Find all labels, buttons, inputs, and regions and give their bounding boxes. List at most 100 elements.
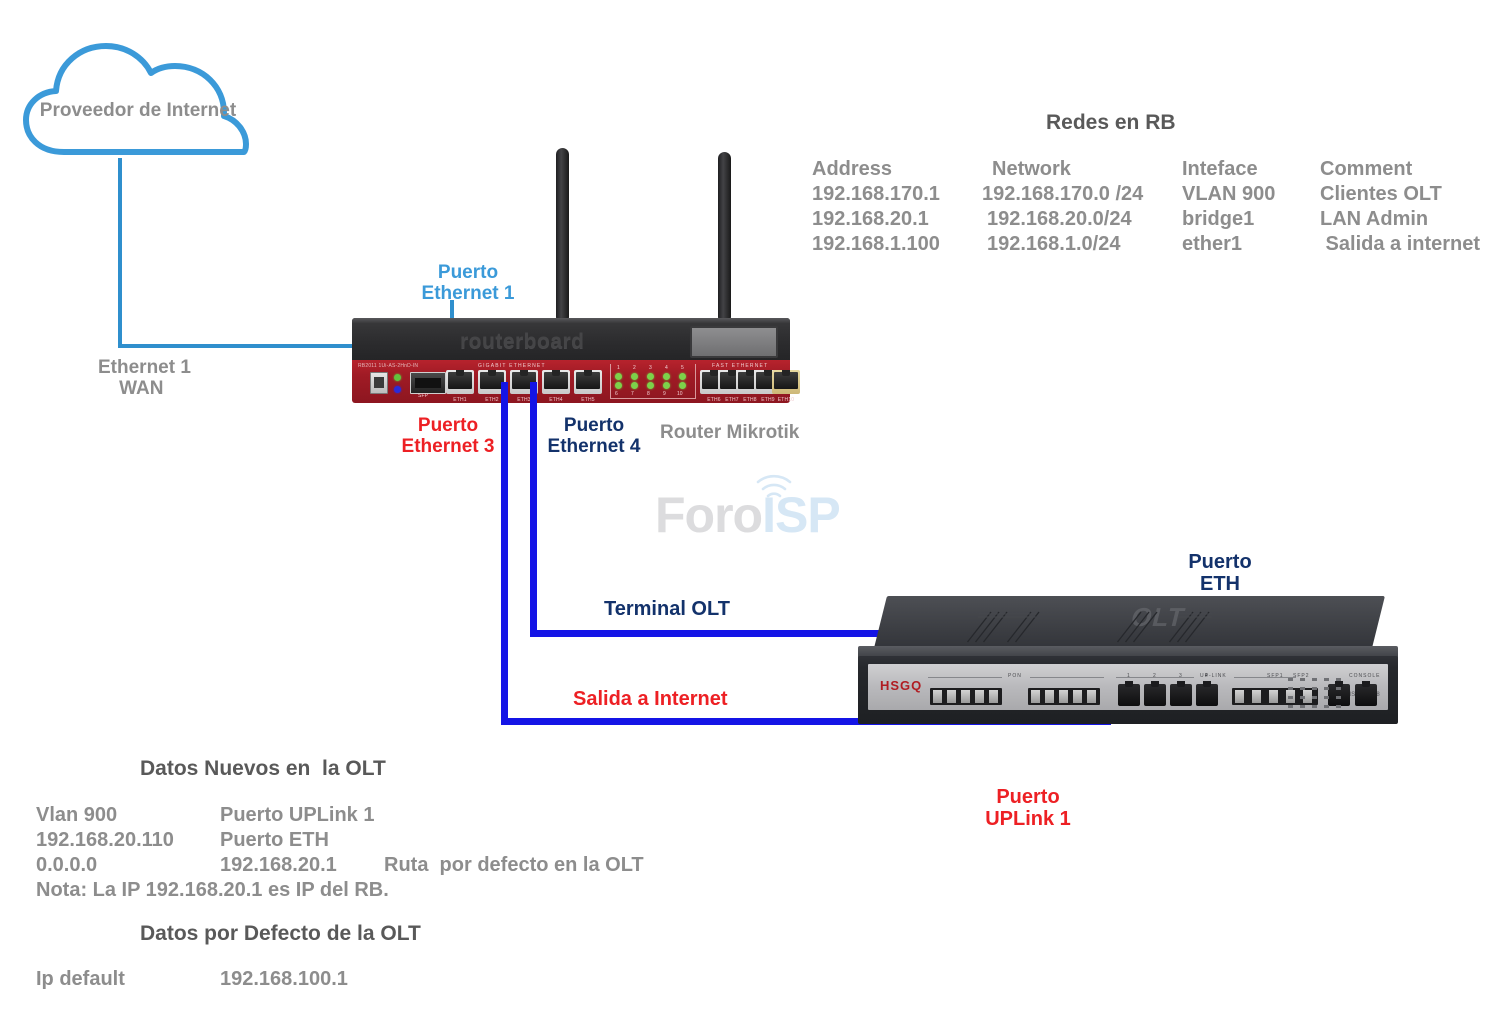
- datos-nuevos-r2c1: 192.168.20.110: [36, 829, 174, 851]
- olt-pon-ports-group-1[interactable]: [930, 688, 1002, 705]
- olt-uplink-port-2[interactable]: [1144, 681, 1166, 706]
- olt-vent-right: [1116, 611, 1213, 643]
- router-port-eth10-label: ETH10: [777, 397, 795, 403]
- datos-nuevos-r3c3: Ruta por defecto en la OLT: [384, 854, 644, 876]
- redes-row1-inteface: VLAN 900: [1182, 183, 1276, 205]
- puerto-uplink-1-label: Puerto UPLink 1: [985, 786, 1071, 831]
- usb-port: [370, 372, 388, 394]
- redes-row2-comment: LAN Admin: [1320, 208, 1429, 230]
- mikrotik-router: routerboard RB2011 1Ui-AS-2HnD-IN GIGABI…: [352, 318, 800, 403]
- olt-pon-ports-group-2[interactable]: [1028, 688, 1100, 705]
- led-number-10: 10: [677, 391, 683, 397]
- puerto-ethernet-4-label: Puerto Ethernet 4: [547, 415, 641, 458]
- redes-row2-inteface: bridge1: [1182, 208, 1255, 230]
- puerto-eth-label: Puerto ETH: [1188, 551, 1252, 596]
- router-fast-section-label: FAST ETHERNET: [712, 363, 769, 369]
- led-number-9: 9: [663, 391, 666, 397]
- cable-eth4-vertical: [530, 382, 537, 635]
- redes-row1-network: 192.168.170.0 /24: [982, 183, 1144, 205]
- redes-row2-network: 192.168.20.0/24: [987, 208, 1132, 230]
- redes-row2-address: 192.168.20.1: [812, 208, 929, 230]
- sfp-port: [410, 372, 446, 394]
- olt-uplink-num-4: 4: [1205, 673, 1209, 679]
- router-gigabit-section-label: GIGABIT ETHERNET: [478, 363, 546, 369]
- led-number-8: 8: [647, 391, 650, 397]
- olt-sfp1-label: SFP1: [1267, 673, 1284, 679]
- led-number-6: 6: [615, 391, 618, 397]
- datos-nuevos-r3c1: 0.0.0.0: [36, 854, 98, 876]
- datos-defecto-label: Ip default: [36, 968, 125, 990]
- power-led-green: [394, 374, 401, 381]
- datos-nuevos-r1c2: Puerto UPLink 1: [220, 804, 375, 826]
- router-port-eth4[interactable]: ETH4: [542, 370, 570, 403]
- redes-row3-comment: Salida a internet: [1320, 233, 1481, 255]
- cable-eth3-vertical: [501, 382, 508, 725]
- led-number-1: 1: [617, 365, 620, 371]
- status-led-blue: [394, 386, 401, 393]
- antenna-left: [556, 148, 569, 320]
- olt-device: OLT HSGQ PON UP-LINK 1 2 3 4 SFP1 SFP2 C…: [858, 596, 1398, 724]
- redes-row3-inteface: ether1: [1182, 233, 1243, 255]
- foroisp-watermark: ForoISP: [655, 474, 841, 544]
- redes-row3-network: 192.168.1.0/24: [987, 233, 1121, 255]
- led-number-3: 3: [649, 365, 652, 371]
- datos-defecto-value: 192.168.100.1: [220, 968, 348, 990]
- puerto-ethernet-3-label: Puerto Ethernet 3: [401, 415, 495, 458]
- router-lcd-screen: [690, 326, 778, 358]
- led-number-7: 7: [631, 391, 634, 397]
- watermark-text-foro: Foro: [655, 487, 763, 543]
- datos-nuevos-note: Nota: La IP 192.168.20.1 es IP del RB.: [36, 879, 389, 901]
- olt-uplink-label: UP-LINK: [1200, 673, 1227, 679]
- olt-pon-label: PON: [1008, 673, 1022, 679]
- redes-rb-title: Redes en RB: [1046, 111, 1176, 134]
- olt-uplink-num-1: 1: [1127, 673, 1131, 679]
- olt-uplink-num-3: 3: [1179, 673, 1183, 679]
- olt-console-port[interactable]: [1355, 681, 1377, 706]
- olt-uplink-port-4[interactable]: [1196, 681, 1218, 706]
- datos-nuevos-r3c2: 192.168.20.1: [220, 854, 337, 876]
- diagram-canvas: Proveedor de Internet Ethernet 1 WAN Pue…: [0, 0, 1500, 1031]
- wifi-arcs-icon: [756, 474, 792, 498]
- redes-col-comment: Comment: [1320, 158, 1413, 180]
- router-model-text: RB2011 1Ui-AS-2HnD-IN: [358, 363, 419, 369]
- olt-uplink-port-3[interactable]: [1170, 681, 1192, 706]
- led-number-5: 5: [681, 365, 684, 371]
- olt-uplink-port-1[interactable]: [1118, 681, 1140, 706]
- olt-led-matrix: [1288, 678, 1341, 708]
- router-top-bevel: [352, 318, 790, 323]
- redes-col-inteface: Inteface: [1182, 158, 1258, 180]
- redes-row1-comment: Clientes OLT: [1320, 183, 1442, 205]
- olt-brand-logo: HSGQ: [880, 678, 923, 693]
- router-port-eth5[interactable]: ETH5: [574, 370, 602, 403]
- redes-col-network: Network: [992, 158, 1071, 180]
- antenna-right: [718, 152, 731, 320]
- datos-nuevos-r2c2: Puerto ETH: [220, 829, 329, 851]
- olt-console-label: CONSOLE: [1349, 673, 1381, 679]
- redes-row1-address: 192.168.170.1: [812, 183, 940, 205]
- olt-chassis: HSGQ HSGQ-G08 PON UP-LINK: [858, 656, 1398, 724]
- router-front-panel: RB2011 1Ui-AS-2HnD-IN GIGABIT ETHERNET F…: [352, 360, 800, 403]
- led-number-2: 2: [633, 365, 636, 371]
- router-port-eth4-label: ETH4: [549, 397, 563, 403]
- led-number-4: 4: [665, 365, 668, 371]
- puerto-ethernet-1-label: Puerto Ethernet 1: [421, 262, 515, 305]
- datos-nuevos-title: Datos Nuevos en la OLT: [140, 757, 386, 780]
- olt-top-shell: OLT: [873, 596, 1385, 652]
- redes-row3-address: 192.168.1.100: [812, 233, 940, 255]
- router-led-block: 1 2 3 4 5 6 7 8 9 10: [610, 364, 696, 399]
- router-port-eth1-label: ETH1: [453, 397, 467, 403]
- salida-internet-label: Salida a Internet: [573, 688, 728, 710]
- datos-nuevos-r1c1: Vlan 900: [36, 804, 118, 826]
- sfp-label: SFP: [418, 393, 429, 399]
- olt-uplink-num-2: 2: [1153, 673, 1157, 679]
- router-port-eth5-label: ETH5: [581, 397, 595, 403]
- cloud-label: Proveedor de Internet: [39, 100, 237, 121]
- router-name-label: Router Mikrotik: [660, 422, 800, 443]
- wan-label: Ethernet 1 WAN: [98, 357, 191, 400]
- olt-vent-left: [966, 611, 1040, 643]
- router-port-eth10[interactable]: ETH10: [772, 370, 800, 403]
- router-top-shell: routerboard: [352, 318, 790, 362]
- redes-col-address: Address: [812, 158, 893, 180]
- terminal-olt-label: Terminal OLT: [604, 598, 730, 620]
- router-port-eth1[interactable]: ETH1: [446, 370, 474, 403]
